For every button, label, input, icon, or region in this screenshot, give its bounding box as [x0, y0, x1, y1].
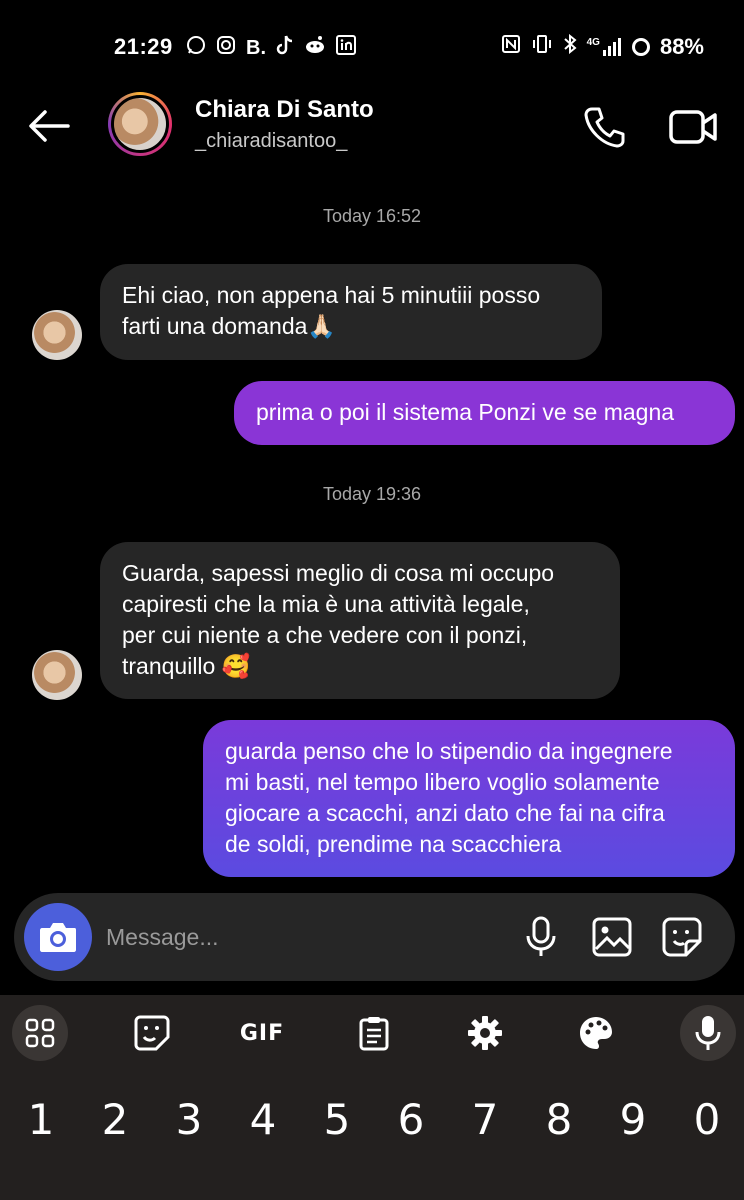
battery-icon — [631, 38, 650, 56]
theme-button[interactable] — [568, 1005, 624, 1061]
tiktok-icon — [276, 35, 294, 60]
bluetooth-icon — [563, 33, 577, 60]
booking-icon: B. — [246, 36, 266, 59]
camera-button[interactable] — [24, 903, 92, 971]
message-line: Guarda, sapessi meglio di cosa mi occupo — [122, 560, 555, 586]
key-1[interactable]: 1 — [16, 1095, 66, 1144]
incoming-message[interactable]: Ehi ciao, non appena hai 5 minutiii poss… — [100, 264, 602, 360]
message-line: farti una domanda🙏🏻 — [122, 313, 337, 339]
message-composer — [14, 893, 735, 981]
message-line: Ehi ciao, non appena hai 5 minutiii poss… — [122, 282, 541, 308]
keyboard: GIF 1 2 3 4 5 6 7 8 9 0 — [0, 995, 744, 1200]
sticker-icon — [662, 917, 702, 957]
key-3[interactable]: 3 — [164, 1095, 214, 1144]
key-4[interactable]: 4 — [238, 1095, 288, 1144]
status-time: 21:29 — [114, 34, 173, 59]
whatsapp-icon — [186, 35, 206, 60]
timestamp: Today 19:36 — [322, 484, 422, 504]
sender-avatar[interactable] — [32, 650, 82, 700]
gif-label: GIF — [239, 1020, 285, 1046]
gallery-button[interactable] — [590, 915, 634, 959]
key-6[interactable]: 6 — [386, 1095, 436, 1144]
gif-button[interactable]: GIF — [234, 1005, 290, 1061]
incoming-message[interactable]: Guarda, sapessi meglio di cosa mi occupo… — [100, 542, 620, 699]
key-2[interactable]: 2 — [90, 1095, 140, 1144]
microphone-icon — [526, 916, 556, 956]
message-line: giocare a scacchi, anzi dato che fai na … — [225, 800, 665, 826]
gear-icon — [468, 1016, 502, 1050]
image-icon — [592, 917, 632, 957]
4g-signal-icon: 4G — [587, 38, 622, 56]
video-camera-icon — [669, 110, 717, 144]
number-row: 1 2 3 4 5 6 7 8 9 0 — [0, 1095, 744, 1155]
system-icons: 4G 88% — [501, 33, 704, 60]
message-line: tranquillo 🥰 — [122, 653, 251, 679]
status-bar: 21:29 B. 4G 88% — [0, 0, 744, 96]
nfc-icon — [501, 34, 521, 60]
network-type: 4G — [586, 37, 600, 48]
voice-call-button[interactable] — [582, 104, 628, 150]
back-button[interactable] — [28, 106, 70, 146]
camera-icon — [40, 923, 76, 952]
clipboard-button[interactable] — [346, 1005, 402, 1061]
contact-name[interactable]: Chiara Di Santo — [195, 96, 374, 124]
keyboard-toolbar: GIF — [0, 995, 744, 1070]
outgoing-message[interactable]: guarda penso che lo stipendio da ingegne… — [203, 720, 735, 877]
microphone-button[interactable] — [519, 915, 563, 959]
timestamp: Today 16:52 — [322, 206, 422, 226]
sender-avatar[interactable] — [32, 310, 82, 360]
chat-header: Chiara Di Santo _chiaradisantoo_ — [0, 86, 744, 166]
settings-button[interactable] — [457, 1005, 513, 1061]
grid-icon — [25, 1018, 55, 1048]
phone-icon — [584, 107, 625, 148]
message-line: per cui niente a che vedere con il ponzi… — [122, 622, 528, 648]
key-5[interactable]: 5 — [312, 1095, 362, 1144]
clipboard-icon — [359, 1017, 389, 1051]
notification-icons: B. — [186, 35, 356, 60]
video-call-button[interactable] — [668, 104, 718, 150]
contact-handle[interactable]: _chiaradisantoo_ — [195, 130, 347, 153]
sticker-button[interactable] — [660, 915, 704, 959]
vibrate-icon — [531, 34, 553, 60]
battery-percent: 88% — [659, 34, 704, 59]
palette-icon — [580, 1017, 612, 1049]
key-7[interactable]: 7 — [460, 1095, 510, 1144]
outgoing-message[interactable]: prima o poi il sistema Ponzi ve se magna — [234, 381, 735, 445]
reddit-icon — [304, 35, 326, 60]
key-0[interactable]: 0 — [682, 1095, 732, 1144]
emoji-sticker-button[interactable] — [124, 1005, 180, 1061]
message-line: de soldi, prendime na scacchiera — [225, 831, 562, 857]
key-8[interactable]: 8 — [534, 1095, 584, 1144]
key-9[interactable]: 9 — [608, 1095, 658, 1144]
instagram-icon — [216, 35, 236, 60]
apps-button[interactable] — [12, 1005, 68, 1061]
message-input[interactable] — [106, 917, 486, 957]
message-line: guarda penso che lo stipendio da ingegne… — [225, 738, 673, 764]
microphone-icon — [695, 1016, 721, 1050]
arrow-left-icon — [29, 110, 70, 142]
sticker-smile-icon — [134, 1015, 170, 1051]
contact-avatar[interactable] — [108, 92, 172, 156]
message-line: capiresti che la mia è una attività lega… — [122, 591, 530, 617]
linkedin-icon — [336, 35, 356, 60]
voice-input-button[interactable] — [680, 1005, 736, 1061]
message-line: mi basti, nel tempo libero voglio solame… — [225, 769, 660, 795]
message-line: prima o poi il sistema Ponzi ve se magna — [256, 399, 675, 425]
